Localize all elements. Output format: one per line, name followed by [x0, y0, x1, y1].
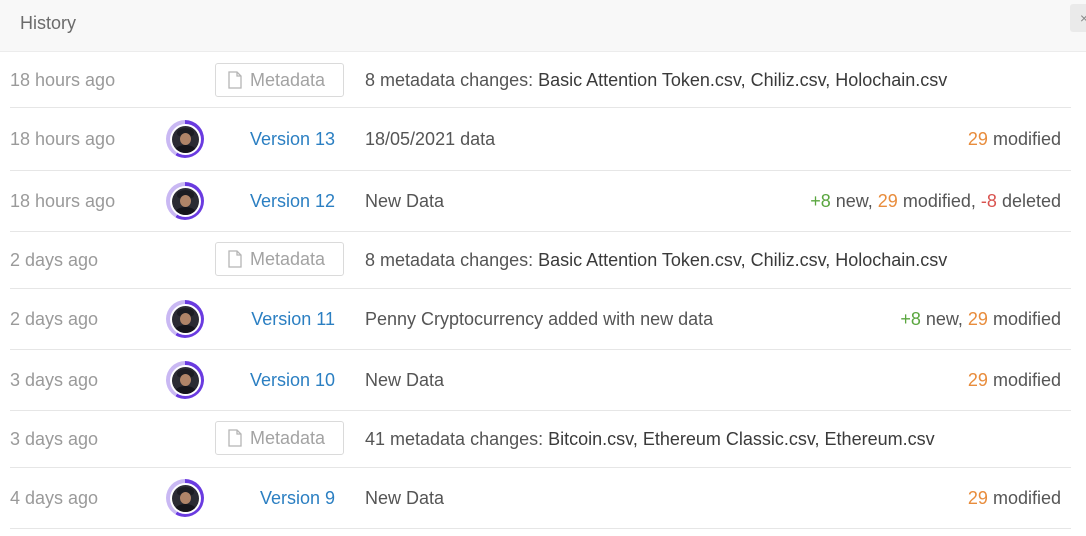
row-description: 41 metadata changes: Bitcoin.csv, Ethere…: [365, 428, 935, 450]
user-avatar[interactable]: [166, 361, 204, 399]
change-summary: +8 new, 29 modified: [900, 308, 1061, 330]
row-time: 3 days ago: [10, 429, 99, 449]
close-icon[interactable]: ×: [1070, 4, 1086, 32]
row-description: 8 metadata changes: Basic Attention Toke…: [365, 249, 947, 271]
row-description: New Data: [365, 488, 445, 508]
history-row: 2 days ago Version 11 Penny Cryptocurren…: [10, 289, 1071, 350]
new-count: +8: [900, 309, 921, 329]
row-time: 4 days ago: [10, 488, 99, 508]
deleted-label: deleted: [1001, 191, 1061, 211]
row-time: 2 days ago: [10, 309, 99, 329]
modified-count: 29: [967, 370, 988, 390]
metadata-change-count: 41 metadata changes:: [365, 429, 549, 449]
version-link[interactable]: Version 9: [260, 487, 335, 509]
deleted-count: -8: [980, 191, 997, 211]
row-description: 18/05/2021 data: [365, 129, 496, 149]
row-time: 18 hours ago: [10, 70, 116, 90]
metadata-change-count: 8 metadata changes:: [365, 250, 539, 270]
new-label: new,: [925, 309, 963, 329]
history-row: 18 hours ago Metadata 8 metadata changes…: [10, 52, 1071, 108]
change-summary: +8 new, 29 modified, -8 deleted: [810, 190, 1061, 212]
change-summary: 29 modified: [968, 487, 1061, 509]
document-icon: [228, 429, 242, 447]
user-avatar[interactable]: [166, 300, 204, 338]
row-time: 3 days ago: [10, 370, 99, 390]
metadata-badge[interactable]: Metadata: [215, 242, 344, 276]
user-avatar[interactable]: [166, 120, 204, 158]
version-link[interactable]: Version 10: [250, 369, 335, 391]
row-description: Penny Cryptocurrency added with new data: [365, 309, 714, 329]
modified-label: modified: [992, 370, 1061, 390]
user-avatar[interactable]: [166, 182, 204, 220]
history-row: 3 days ago Metadata 41 metadata changes:…: [10, 411, 1071, 468]
modified-label: modified,: [902, 191, 976, 211]
new-count: +8: [810, 191, 831, 211]
user-avatar[interactable]: [166, 479, 204, 517]
history-row: 18 hours ago Version 12 New Data +8 new,…: [10, 171, 1071, 232]
history-row: 3 days ago Version 10 New Data 29 modifi…: [10, 350, 1071, 411]
metadata-change-count: 8 metadata changes:: [365, 70, 539, 90]
modified-label: modified: [992, 309, 1061, 329]
modified-count: 29: [967, 129, 988, 149]
modified-count: 29: [877, 191, 898, 211]
row-description: New Data: [365, 370, 445, 390]
metadata-badge[interactable]: Metadata: [215, 421, 344, 455]
modified-count: 29: [967, 488, 988, 508]
history-row: 2 days ago Metadata 8 metadata changes: …: [10, 232, 1071, 289]
history-row: 18 hours ago Version 13 18/05/2021 data …: [10, 108, 1071, 171]
document-icon: [228, 250, 242, 268]
modified-label: modified: [992, 488, 1061, 508]
row-time: 18 hours ago: [10, 129, 116, 149]
change-summary: 29 modified: [968, 369, 1061, 391]
history-row: 4 days ago Version 9 New Data 29 modifie…: [10, 468, 1071, 529]
new-label: new,: [835, 191, 873, 211]
metadata-files: Bitcoin.csv, Ethereum Classic.csv, Ether…: [548, 429, 935, 449]
change-summary: 29 modified: [968, 128, 1061, 150]
metadata-badge[interactable]: Metadata: [215, 63, 344, 97]
version-link[interactable]: Version 11: [251, 308, 335, 330]
version-link[interactable]: Version 12: [250, 190, 335, 212]
row-description: New Data: [365, 191, 445, 211]
metadata-label: Metadata: [250, 70, 326, 90]
history-title: History: [20, 13, 77, 33]
metadata-files: Basic Attention Token.csv, Chiliz.csv, H…: [538, 250, 948, 270]
row-time: 2 days ago: [10, 250, 99, 270]
modified-label: modified: [992, 129, 1061, 149]
metadata-label: Metadata: [250, 249, 326, 269]
version-link[interactable]: Version 13: [250, 128, 335, 150]
metadata-files: Basic Attention Token.csv, Chiliz.csv, H…: [538, 70, 948, 90]
row-time: 18 hours ago: [10, 191, 116, 211]
row-description: 8 metadata changes: Basic Attention Toke…: [365, 69, 947, 91]
history-header: History ×: [0, 0, 1086, 52]
modified-count: 29: [967, 309, 988, 329]
metadata-label: Metadata: [250, 428, 326, 448]
document-icon: [228, 71, 242, 89]
